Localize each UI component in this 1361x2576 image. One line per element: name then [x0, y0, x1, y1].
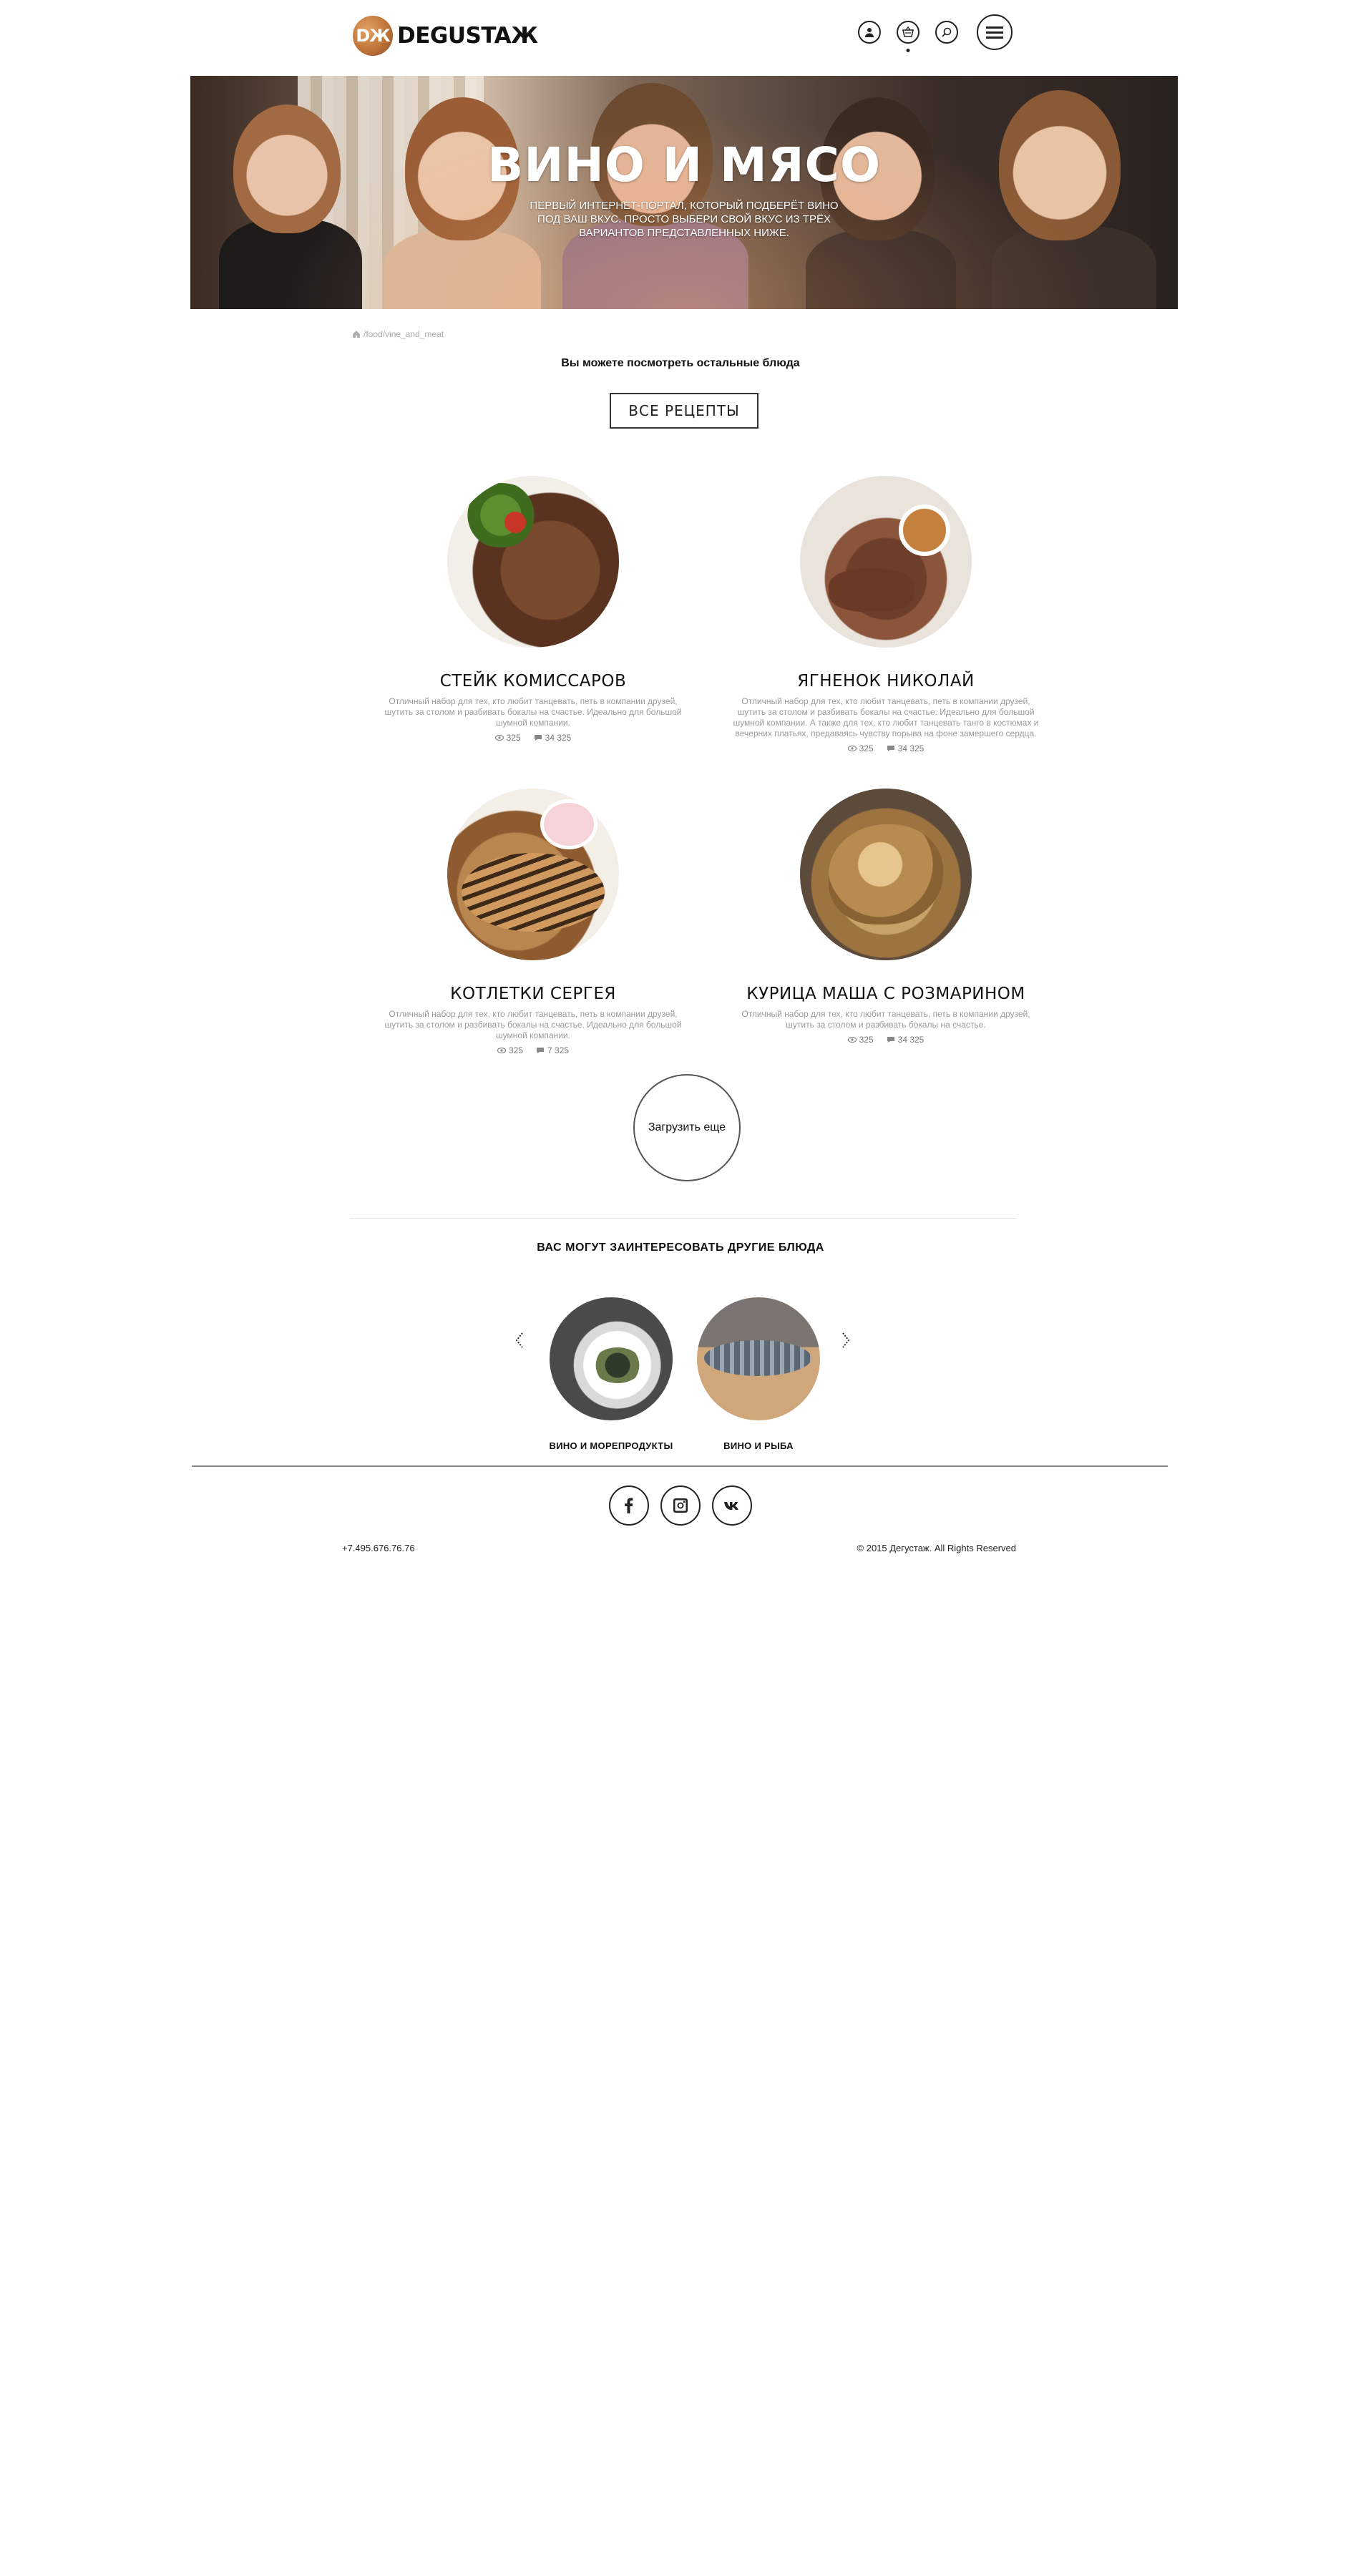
breadcrumb-path[interactable]: /food/vine_and_meat: [364, 329, 444, 339]
all-recipes-button[interactable]: ВСЕ РЕЦЕПТЫ: [610, 393, 758, 429]
dish-image[interactable]: [447, 789, 619, 960]
views-count: 325: [859, 743, 874, 753]
eye-icon: [494, 734, 504, 741]
dish-image[interactable]: [447, 476, 619, 648]
chevron-left-icon: [515, 1332, 523, 1348]
comments-count: 34 325: [897, 743, 925, 753]
facebook-icon[interactable]: [609, 1485, 649, 1526]
dish-card[interactable]: СТЕЙК КОМИССАРОВ Отличный набор для тех,…: [372, 476, 694, 743]
related-item[interactable]: ВИНО И МОРЕПРОДУКТЫ: [525, 1297, 697, 1451]
dish-title[interactable]: КОТЛЕТКИ СЕРГЕЯ: [372, 985, 694, 1003]
carousel-prev-arrow[interactable]: [512, 1330, 527, 1351]
dish-stats: 325 7 325: [372, 1045, 694, 1055]
dish-card[interactable]: ЯГНЕНОК НИКОЛАЙ Отличный набор для тех, …: [725, 476, 1047, 753]
comment-icon: [534, 735, 542, 741]
menu-icon[interactable]: [977, 14, 1013, 50]
search-icon[interactable]: [935, 21, 958, 44]
eye-icon: [847, 1036, 857, 1043]
home-icon[interactable]: [352, 330, 361, 338]
section-divider: [350, 1218, 1016, 1219]
eye-icon: [497, 1047, 506, 1054]
dish-stats: 325 34 325: [725, 743, 1047, 753]
copyright: © 2015 Дегустаж. All Rights Reserved: [857, 1543, 1016, 1553]
related-label[interactable]: ВИНО И РЫБА: [673, 1440, 844, 1451]
dish-card[interactable]: КОТЛЕТКИ СЕРГЕЯ Отличный набор для тех, …: [372, 789, 694, 1055]
eye-icon: [847, 745, 857, 752]
comment-icon: [537, 1048, 544, 1053]
dish-card[interactable]: КУРИЦА МАША С РОЗМАРИНОМ Отличный набор …: [725, 789, 1047, 1045]
logo-badge: DЖ: [353, 16, 393, 56]
cart-icon[interactable]: [897, 21, 919, 52]
hero-title: ВИНО И МЯСО: [487, 137, 882, 192]
header-icons: [842, 14, 1013, 52]
related-image[interactable]: [697, 1297, 820, 1420]
hero-banner: ВИНО И МЯСО ПЕРВЫЙ ИНТЕРНЕТ-ПОРТАЛ, КОТО…: [190, 76, 1178, 309]
carousel-next-arrow[interactable]: [839, 1330, 853, 1351]
instagram-icon[interactable]: [660, 1485, 701, 1526]
dish-image[interactable]: [800, 789, 972, 960]
breadcrumb: /food/vine_and_meat: [352, 329, 444, 339]
related-image[interactable]: [550, 1297, 673, 1420]
related-label[interactable]: ВИНО И МОРЕПРОДУКТЫ: [525, 1440, 697, 1451]
cart-indicator-dot: [906, 49, 910, 52]
user-icon[interactable]: [858, 21, 881, 44]
comments-count: 34 325: [897, 1035, 925, 1045]
comment-icon: [887, 1037, 894, 1043]
intro-text: Вы можете посмотреть остальные блюда: [561, 357, 800, 369]
dish-description: Отличный набор для тех, кто любит танцев…: [384, 696, 682, 728]
comments-count: 7 325: [547, 1045, 570, 1055]
dish-title[interactable]: КУРИЦА МАША С РОЗМАРИНОМ: [725, 985, 1047, 1003]
dish-description: Отличный набор для тех, кто любит танцев…: [741, 1009, 1030, 1030]
comment-icon: [887, 746, 894, 751]
dish-stats: 325 34 325: [725, 1035, 1047, 1045]
hero-subtitle: ПЕРВЫЙ ИНТЕРНЕТ-ПОРТАЛ, КОТОРЫЙ ПОДБЕРЁТ…: [530, 200, 839, 239]
chevron-right-icon: [842, 1332, 850, 1348]
dish-description: Отличный набор для тех, кто любит танцев…: [733, 696, 1039, 738]
dish-stats: 325 34 325: [372, 733, 694, 743]
logo[interactable]: DЖ DEGUSTAЖ: [353, 16, 538, 56]
views-count: 325: [508, 1045, 523, 1055]
comments-count: 34 325: [545, 733, 572, 743]
dish-image[interactable]: [800, 476, 972, 648]
vk-icon[interactable]: [712, 1485, 752, 1526]
related-title: ВАС МОГУТ ЗАИНТЕРЕСОВАТЬ ДРУГИЕ БЛЮДА: [537, 1241, 824, 1254]
load-more-button[interactable]: Загрузить еще: [633, 1074, 741, 1181]
dish-title[interactable]: СТЕЙК КОМИССАРОВ: [372, 672, 694, 691]
related-item[interactable]: ВИНО И РЫБА: [673, 1297, 844, 1451]
site-header: DЖ DEGUSTAЖ: [353, 14, 1013, 57]
views-count: 325: [859, 1035, 874, 1045]
dish-title[interactable]: ЯГНЕНОК НИКОЛАЙ: [725, 672, 1047, 691]
footer-divider: [192, 1465, 1168, 1467]
social-links: [0, 1485, 1361, 1526]
views-count: 325: [506, 733, 521, 743]
logo-text: DEGUSTAЖ: [397, 23, 538, 49]
dish-description: Отличный набор для тех, кто любит танцев…: [384, 1009, 682, 1040]
phone-number[interactable]: +7.495.676.76.76: [342, 1543, 415, 1553]
